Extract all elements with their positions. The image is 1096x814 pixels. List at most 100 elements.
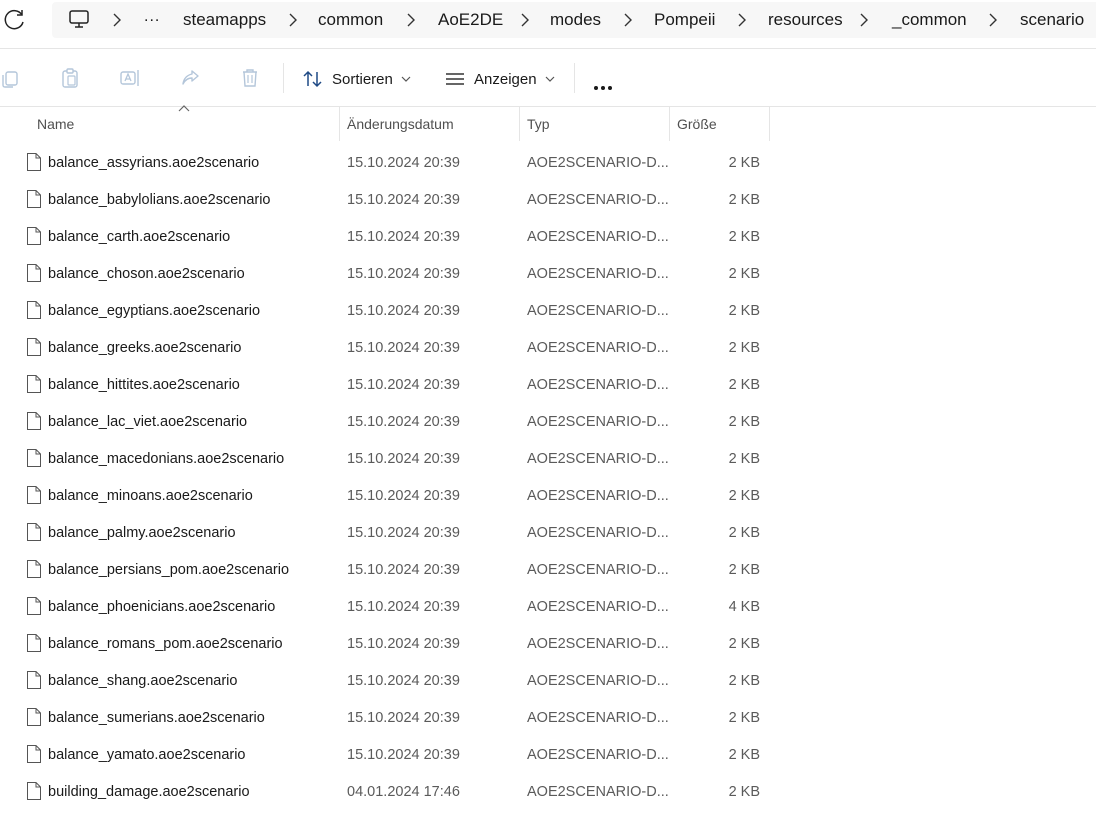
file-date: 15.10.2024 20:39 — [347, 488, 460, 504]
file-type: AOE2SCENARIO-D... — [527, 377, 669, 393]
share-icon[interactable] — [179, 67, 201, 89]
file-row[interactable]: balance_lac_viet.aoe2scenario 15.10.2024 … — [0, 404, 1096, 441]
file-icon — [27, 523, 41, 541]
file-icon — [27, 301, 41, 319]
breadcrumb-more[interactable]: ... — [144, 2, 160, 38]
column-divider[interactable] — [339, 107, 340, 141]
file-row[interactable]: balance_assyrians.aoe2scenario 15.10.2024… — [0, 145, 1096, 182]
file-date: 15.10.2024 20:39 — [347, 599, 460, 615]
file-row[interactable]: balance_carth.aoe2scenario 15.10.2024 20:… — [0, 219, 1096, 256]
chevron-right-icon — [113, 13, 121, 27]
view-button[interactable]: Anzeigen — [444, 61, 563, 97]
computer-icon[interactable] — [68, 8, 90, 30]
copy-icon[interactable] — [0, 67, 22, 89]
paste-icon[interactable] — [59, 67, 81, 89]
file-name[interactable]: balance_phoenicians.aoe2scenario — [48, 589, 275, 626]
column-header-name[interactable]: Name — [37, 107, 74, 141]
file-name[interactable]: balance_lac_viet.aoe2scenario — [48, 404, 247, 441]
file-name[interactable]: balance_greeks.aoe2scenario — [48, 330, 241, 367]
file-row[interactable]: balance_choson.aoe2scenario 15.10.2024 20… — [0, 256, 1096, 293]
column-divider[interactable] — [519, 107, 520, 141]
file-icon — [27, 597, 41, 615]
file-name[interactable]: balance_sumerians.aoe2scenario — [48, 700, 265, 737]
file-name[interactable]: balance_persians_pom.aoe2scenario — [48, 552, 289, 589]
file-icon — [27, 264, 41, 282]
file-type: AOE2SCENARIO-D... — [527, 636, 669, 652]
file-row[interactable]: balance_shang.aoe2scenario 15.10.2024 20:… — [0, 663, 1096, 700]
column-divider[interactable] — [669, 107, 670, 141]
file-row[interactable]: balance_palmy.aoe2scenario 15.10.2024 20:… — [0, 515, 1096, 552]
file-name[interactable]: balance_choson.aoe2scenario — [48, 256, 245, 293]
file-name[interactable]: balance_assyrians.aoe2scenario — [48, 145, 259, 182]
breadcrumb-item-pompeii[interactable]: Pompeii — [654, 2, 715, 38]
file-name[interactable]: balance_carth.aoe2scenario — [48, 219, 230, 256]
file-row[interactable]: balance_egyptians.aoe2scenario 15.10.2024… — [0, 293, 1096, 330]
rename-icon[interactable] — [119, 67, 141, 89]
command-bar: Sortieren Anzeigen — [0, 49, 1096, 107]
breadcrumb[interactable]: ... steamapps common AoE2DE modes Pompei… — [52, 2, 1096, 38]
file-name[interactable]: balance_romans_pom.aoe2scenario — [48, 626, 283, 663]
breadcrumb-item-modes[interactable]: modes — [550, 2, 601, 38]
file-date: 15.10.2024 20:39 — [347, 340, 460, 356]
file-row[interactable]: balance_greeks.aoe2scenario 15.10.2024 20… — [0, 330, 1096, 367]
file-name[interactable]: balance_hittites.aoe2scenario — [48, 367, 240, 404]
breadcrumb-item-common[interactable]: common — [318, 2, 383, 38]
file-row[interactable]: balance_phoenicians.aoe2scenario 15.10.20… — [0, 589, 1096, 626]
file-icon — [27, 745, 41, 763]
file-date: 15.10.2024 20:39 — [347, 525, 460, 541]
view-icon — [446, 73, 464, 85]
file-row[interactable]: building_damage.aoe2scenario 04.01.2024 1… — [0, 774, 1096, 811]
file-icon — [27, 449, 41, 467]
file-row[interactable]: balance_minoans.aoe2scenario 15.10.2024 2… — [0, 478, 1096, 515]
file-size: 2 KB — [728, 562, 760, 578]
column-header-date[interactable]: Änderungsdatum — [347, 107, 454, 141]
file-row[interactable]: balance_babylolians.aoe2scenario 15.10.20… — [0, 182, 1096, 219]
file-row[interactable]: balance_macedonians.aoe2scenario 15.10.20… — [0, 441, 1096, 478]
sort-icon — [303, 70, 322, 88]
file-size: 2 KB — [728, 266, 760, 282]
file-name[interactable]: balance_egyptians.aoe2scenario — [48, 293, 260, 330]
delete-icon[interactable] — [239, 67, 261, 89]
file-name[interactable]: balance_shang.aoe2scenario — [48, 663, 237, 700]
file-icon — [27, 560, 41, 578]
breadcrumb-item-scenario[interactable]: scenario — [1020, 2, 1084, 38]
chevron-down-icon — [545, 76, 554, 82]
breadcrumb-item-resources[interactable]: resources — [768, 2, 843, 38]
file-size: 2 KB — [728, 636, 760, 652]
file-type: AOE2SCENARIO-D... — [527, 710, 669, 726]
file-name[interactable]: balance_palmy.aoe2scenario — [48, 515, 236, 552]
file-name[interactable]: building_damage.aoe2scenario — [48, 774, 250, 811]
file-row[interactable]: balance_sumerians.aoe2scenario 15.10.2024… — [0, 700, 1096, 737]
toolbar-divider — [574, 63, 575, 93]
refresh-icon[interactable] — [2, 7, 28, 33]
sort-button[interactable]: Sortieren — [302, 61, 419, 97]
column-header-type[interactable]: Typ — [527, 107, 550, 141]
file-icon — [27, 153, 41, 171]
file-name[interactable]: balance_macedonians.aoe2scenario — [48, 441, 284, 478]
file-size: 2 KB — [728, 451, 760, 467]
file-name[interactable]: balance_yamato.aoe2scenario — [48, 737, 246, 774]
breadcrumb-item-aoe2de[interactable]: AoE2DE — [438, 2, 503, 38]
chevron-right-icon — [738, 13, 746, 27]
file-icon — [27, 412, 41, 430]
view-label: Anzeigen — [474, 70, 537, 88]
file-type: AOE2SCENARIO-D... — [527, 451, 669, 467]
file-date: 15.10.2024 20:39 — [347, 747, 460, 763]
file-size: 2 KB — [728, 673, 760, 689]
chevron-right-icon — [860, 13, 868, 27]
column-header-size[interactable]: Größe — [677, 107, 717, 141]
file-type: AOE2SCENARIO-D... — [527, 525, 669, 541]
chevron-right-icon — [289, 13, 297, 27]
column-divider[interactable] — [769, 107, 770, 141]
breadcrumb-item-steamapps[interactable]: steamapps — [183, 2, 266, 38]
more-options-button[interactable] — [594, 77, 615, 95]
file-name[interactable]: balance_babylolians.aoe2scenario — [48, 182, 271, 219]
file-row[interactable]: balance_hittites.aoe2scenario 15.10.2024 … — [0, 367, 1096, 404]
file-row[interactable]: balance_romans_pom.aoe2scenario 15.10.202… — [0, 626, 1096, 663]
file-name[interactable]: balance_minoans.aoe2scenario — [48, 478, 253, 515]
file-date: 15.10.2024 20:39 — [347, 636, 460, 652]
file-row[interactable]: balance_persians_pom.aoe2scenario 15.10.2… — [0, 552, 1096, 589]
file-type: AOE2SCENARIO-D... — [527, 784, 669, 800]
breadcrumb-item-common-underscore[interactable]: _common — [892, 2, 967, 38]
file-row[interactable]: balance_yamato.aoe2scenario 15.10.2024 20… — [0, 737, 1096, 774]
